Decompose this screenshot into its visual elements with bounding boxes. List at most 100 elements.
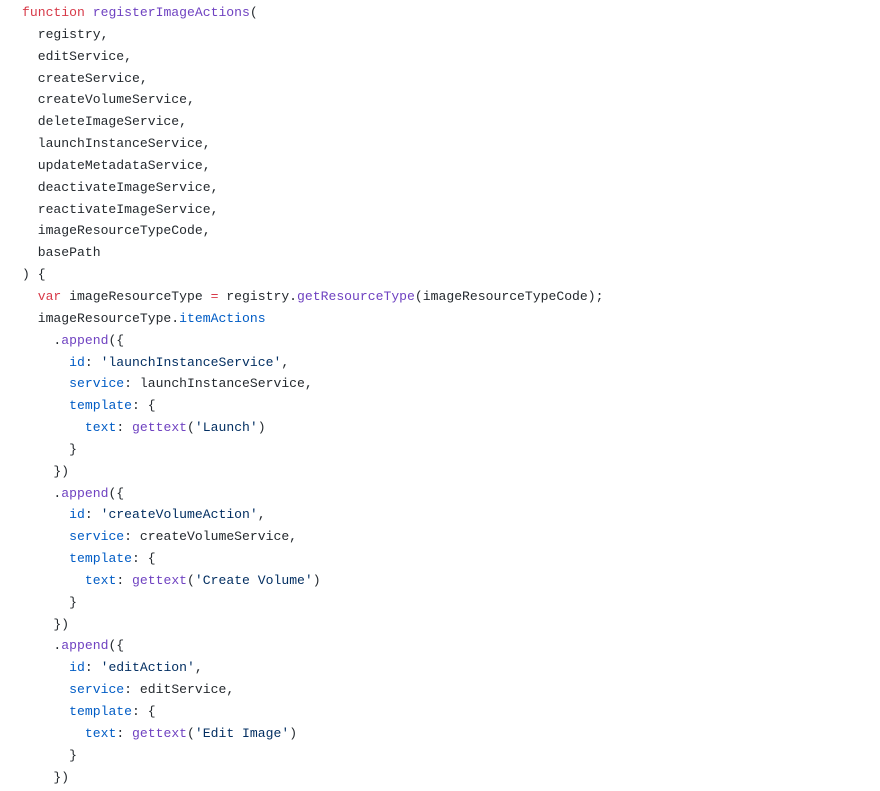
string-literal-token: 'Launch' xyxy=(194,420,258,436)
code-line: deactivateImageService, xyxy=(22,177,880,199)
code-text: } xyxy=(22,747,78,763)
code-line: } xyxy=(22,745,880,767)
function-name-token: registerImageActions xyxy=(92,5,250,20)
code-line: id: 'createVolumeAction', xyxy=(22,504,880,526)
code-text: ( xyxy=(187,420,195,436)
property-token: template xyxy=(69,551,133,567)
code-line: service: launchInstanceService, xyxy=(22,373,880,395)
code-text: ( xyxy=(187,572,195,588)
code-text: updateMetadataService, xyxy=(22,157,211,173)
code-text: , xyxy=(281,354,290,370)
string-literal-token: 'createVolumeAction' xyxy=(100,507,258,523)
code-text: , xyxy=(194,660,203,676)
code-line: updateMetadataService, xyxy=(22,155,880,177)
code-text: ( xyxy=(187,725,195,741)
code-text: editService, xyxy=(22,48,133,64)
code-text: (imageResourceTypeCode); xyxy=(414,288,604,304)
code-text: : xyxy=(116,725,133,741)
code-line: text: gettext('Launch') xyxy=(22,417,880,439)
property-token: template xyxy=(69,704,133,719)
property-token: id xyxy=(69,660,85,676)
code-line: }) xyxy=(22,614,880,636)
property-token: text xyxy=(84,420,117,436)
function-name-token: append xyxy=(61,638,109,654)
code-text: : { xyxy=(132,551,156,567)
code-text: createService, xyxy=(22,70,148,86)
code-text: ( xyxy=(249,5,258,20)
property-token: template xyxy=(69,398,133,414)
code-text: : xyxy=(84,507,101,523)
code-line: template: { xyxy=(22,548,880,570)
keyword-token: function xyxy=(22,5,85,20)
code-text: imageResourceTypeCode, xyxy=(22,223,211,239)
code-line: id: 'launchInstanceService', xyxy=(22,352,880,374)
code-line: text: gettext('Edit Image') xyxy=(22,723,880,745)
property-token: id xyxy=(69,354,85,370)
keyword-token: var xyxy=(37,288,62,304)
code-text: imageResourceType. xyxy=(22,310,180,326)
code-line: editService, xyxy=(22,46,880,68)
code-text: : xyxy=(116,420,133,436)
function-name-token: gettext xyxy=(132,725,188,741)
code-text: . xyxy=(22,485,62,501)
function-name-token: gettext xyxy=(132,420,188,436)
code-line: imageResourceTypeCode, xyxy=(22,220,880,242)
code-line: template: { xyxy=(22,395,880,417)
code-text: . xyxy=(22,638,62,654)
code-text: ) xyxy=(257,420,266,436)
function-name-token: getResourceType xyxy=(297,288,415,304)
code-line: ) { xyxy=(22,264,880,286)
code-text: ) xyxy=(289,725,298,741)
code-text: ) xyxy=(312,572,321,588)
code-text: ({ xyxy=(108,638,125,654)
code-line: }) xyxy=(22,767,880,789)
code-line: template: { xyxy=(22,701,880,723)
property-token: text xyxy=(84,572,117,588)
code-text: : xyxy=(116,572,133,588)
code-text: }) xyxy=(22,616,70,632)
code-text: registry. xyxy=(218,288,298,304)
string-literal-token: 'Edit Image' xyxy=(194,725,290,741)
code-text: createVolumeService, xyxy=(22,92,195,108)
code-text: ({ xyxy=(108,332,125,348)
code-line: .append({ xyxy=(22,483,880,505)
code-text: , xyxy=(257,507,266,523)
property-token: service xyxy=(69,529,125,545)
code-text: : { xyxy=(132,704,156,719)
code-text: basePath xyxy=(22,245,101,261)
code-text: : createVolumeService, xyxy=(124,529,298,545)
code-line: basePath xyxy=(22,242,880,264)
code-text: launchInstanceService, xyxy=(22,136,211,152)
code-line: } xyxy=(22,592,880,614)
string-literal-token: 'launchInstanceService' xyxy=(100,354,282,370)
property-token: service xyxy=(69,682,125,698)
code-line: function registerImageActions( xyxy=(22,2,880,24)
property-token: itemActions xyxy=(179,310,266,326)
code-line: var imageResourceType = registry.getReso… xyxy=(22,286,880,308)
code-text: deleteImageService, xyxy=(22,114,188,130)
code-text: : xyxy=(84,354,101,370)
code-text: } xyxy=(22,441,78,457)
code-text: : launchInstanceService, xyxy=(124,376,313,392)
code-text: deactivateImageService, xyxy=(22,179,219,195)
code-line: service: editService, xyxy=(22,679,880,701)
code-line: createVolumeService, xyxy=(22,89,880,111)
code-text: } xyxy=(22,594,78,610)
code-line: .append({ xyxy=(22,330,880,352)
code-text: reactivateImageService, xyxy=(22,201,219,217)
code-text: : xyxy=(84,660,101,676)
code-line: }) xyxy=(22,461,880,483)
